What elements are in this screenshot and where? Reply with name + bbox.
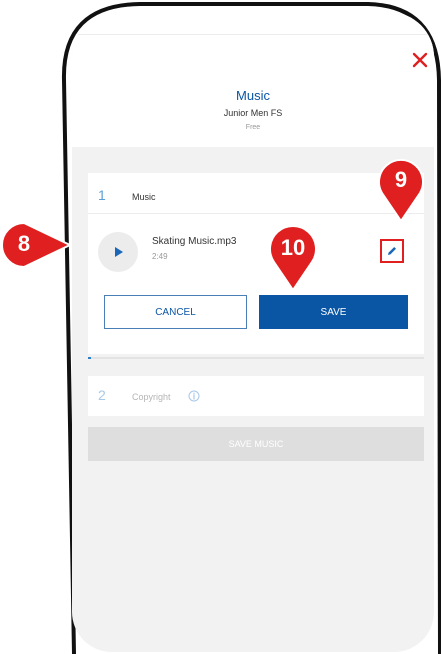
- close-icon: [412, 52, 428, 68]
- edit-button[interactable]: [380, 239, 404, 263]
- phone-screen: Music Junior Men FS Free 1 Music Skating…: [72, 12, 434, 652]
- save-music-button: SAVE MUSIC: [88, 427, 424, 461]
- copyright-step-card[interactable]: 2 Copyright: [88, 376, 424, 416]
- save-button[interactable]: SAVE: [259, 295, 408, 329]
- step-label-copyright: Copyright: [132, 392, 171, 402]
- step-number: 2: [98, 387, 106, 403]
- callout-number: 10: [280, 235, 306, 260]
- track-file-name: Skating Music.mp3: [152, 236, 237, 247]
- info-icon[interactable]: [188, 390, 200, 402]
- divider: [88, 213, 424, 214]
- close-button[interactable]: [410, 50, 430, 70]
- dialog-subtitle: Junior Men FS: [223, 108, 283, 118]
- segment-label: Free: [245, 124, 261, 131]
- track-duration: 2:49: [152, 252, 168, 261]
- divider: [72, 34, 434, 35]
- progress-fill: [88, 357, 92, 359]
- callout-marker-8: 8: [0, 220, 84, 270]
- progress-bar: [88, 357, 424, 359]
- play-button[interactable]: [98, 232, 138, 272]
- step-label-music: Music: [132, 192, 156, 202]
- cancel-button[interactable]: CANCEL: [104, 295, 247, 329]
- play-icon: [115, 247, 123, 257]
- callout-marker-9: 9: [376, 155, 426, 223]
- dialog-title: Music: [236, 88, 270, 103]
- callout-number: 9: [394, 167, 408, 192]
- step-number: 1: [98, 187, 106, 203]
- callout-marker-10: 10: [267, 222, 319, 292]
- music-step-card: 1 Music Skating Music.mp3 2:49 CANCEL SA…: [88, 173, 424, 354]
- dialog-header: Music Junior Men FS Free: [72, 12, 434, 147]
- callout-number: 8: [17, 231, 31, 256]
- pencil-icon: [388, 247, 396, 255]
